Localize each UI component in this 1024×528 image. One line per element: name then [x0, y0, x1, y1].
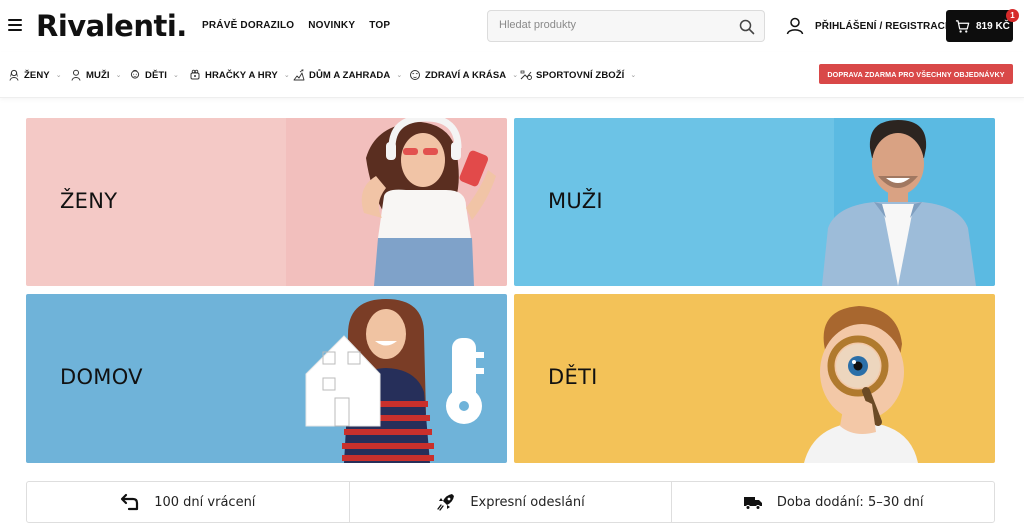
banner-title: DOMOV	[60, 365, 143, 389]
toy-icon	[190, 69, 200, 80]
top-navigation: PRÁVĚ DORAZILO NOVINKY TOP	[202, 20, 390, 31]
category-label: DĚTI	[145, 69, 168, 81]
category-deti[interactable]: DĚTI ⌄	[129, 69, 179, 81]
nav-link-novinky[interactable]: NOVINKY	[308, 20, 355, 31]
benefit-label: Expresní odeslání	[470, 494, 585, 510]
category-label: HRAČKY A HRY	[205, 69, 278, 81]
user-account-icon[interactable]	[786, 17, 804, 35]
banner-domov[interactable]: DOMOV	[26, 294, 507, 463]
category-label: ŽENY	[24, 69, 50, 81]
benefit-label: Doba dodání: 5–30 dní	[776, 494, 924, 510]
chevron-down-icon: ⌄	[115, 72, 122, 79]
return-arrow-icon	[121, 493, 139, 511]
rocket-icon	[437, 494, 455, 511]
sport-icon	[520, 70, 532, 80]
man-icon	[71, 69, 81, 81]
category-zeny[interactable]: ŽENY ⌄	[8, 69, 62, 81]
nav-link-new-arrivals[interactable]: PRÁVĚ DORAZILO	[202, 20, 294, 31]
benefit-express-shipping: Expresní odeslání	[350, 482, 673, 522]
child-icon	[130, 69, 140, 79]
beauty-icon	[410, 70, 420, 80]
free-shipping-badge[interactable]: DOPRAVA ZDARMA PRO VŠECHNY OBJEDNÁVKY	[819, 64, 1013, 84]
category-label: SPORTOVNÍ ZBOŽÍ	[536, 69, 625, 81]
category-label: MUŽI	[86, 69, 110, 81]
chevron-down-icon: ⌄	[396, 72, 403, 79]
search-icon[interactable]	[739, 19, 755, 35]
search-box	[487, 10, 765, 42]
category-sport[interactable]: SPORTOVNÍ ZBOŽÍ ⌄	[520, 69, 636, 81]
chevron-down-icon: ⌄	[512, 72, 519, 79]
chevron-down-icon: ⌄	[55, 72, 62, 79]
benefit-label: 100 dní vrácení	[154, 494, 256, 510]
banner-title: ŽENY	[60, 189, 118, 213]
banner-deti[interactable]: DĚTI	[514, 294, 995, 463]
banner-title: DĚTI	[548, 365, 598, 389]
search-input[interactable]	[499, 19, 729, 31]
woman-icon	[9, 69, 19, 81]
benefits-bar: 100 dní vrácení Expresní odeslání Doba d…	[26, 481, 995, 523]
nav-link-top[interactable]: TOP	[369, 20, 390, 31]
hamburger-menu-icon[interactable]	[8, 19, 22, 31]
chevron-down-icon: ⌄	[283, 72, 290, 79]
category-label: DŮM A ZAHRADA	[309, 69, 391, 81]
category-zdravi-krasa[interactable]: ZDRAVÍ A KRÁSA ⌄	[409, 69, 518, 81]
shopping-cart-icon	[955, 19, 970, 33]
category-hracky[interactable]: HRAČKY A HRY ⌄	[189, 69, 290, 81]
category-dum-zahrada[interactable]: DŮM A ZAHRADA ⌄	[293, 69, 402, 81]
cart-button[interactable]: 819 KČ	[946, 10, 1013, 42]
banner-zeny[interactable]: ŽENY	[26, 118, 507, 286]
category-muzi[interactable]: MUŽI ⌄	[70, 69, 122, 81]
login-register-link[interactable]: PŘIHLÁŠENÍ / REGISTRACE	[815, 21, 952, 32]
benefit-returns: 100 dní vrácení	[27, 482, 350, 522]
site-logo[interactable]: Rivalenti.	[36, 9, 187, 43]
category-label: ZDRAVÍ A KRÁSA	[425, 69, 507, 81]
cart-count-badge: 1	[1006, 9, 1019, 22]
cart-total: 819 KČ	[976, 20, 1010, 32]
benefit-delivery-time: Doba dodání: 5–30 dní	[672, 482, 994, 522]
banner-muzi[interactable]: MUŽI	[514, 118, 995, 286]
banner-title: MUŽI	[548, 189, 603, 213]
truck-icon	[743, 497, 762, 510]
site-header: Rivalenti. PRÁVĚ DORAZILO NOVINKY TOP PŘ…	[0, 0, 1024, 52]
chevron-down-icon: ⌄	[173, 72, 179, 79]
chevron-down-icon: ⌄	[630, 72, 637, 79]
house-garden-icon	[293, 69, 305, 81]
category-navigation: ŽENY ⌄ MUŽI ⌄ DĚTI ⌄ HRAČKY A HRY ⌄ DŮM …	[0, 52, 1024, 98]
